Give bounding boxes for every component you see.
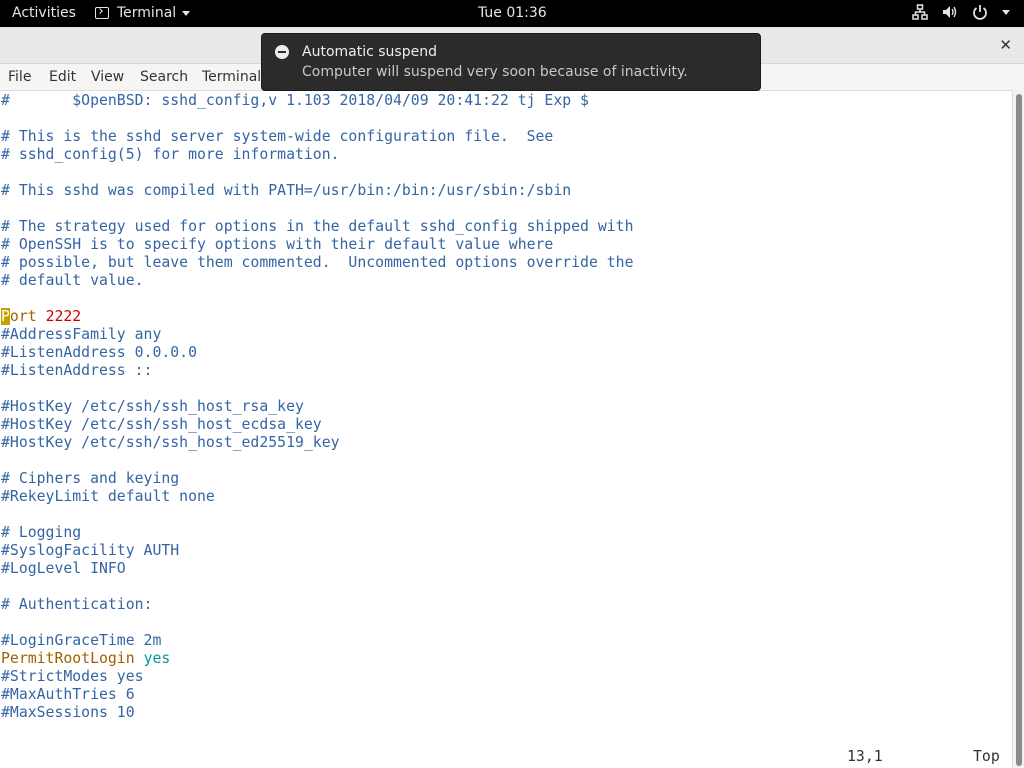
terminal-content[interactable]: # $OpenBSD: sshd_config,v 1.103 2018/04/…: [0, 92, 1012, 768]
editor-line: # $OpenBSD: sshd_config,v 1.103 2018/04/…: [1, 92, 589, 109]
editor-line: #MaxAuthTries 6: [1, 686, 135, 703]
menu-terminal[interactable]: Terminal: [202, 69, 261, 85]
editor-line: #SyslogFacility AUTH: [1, 542, 180, 559]
editor-line: #MaxSessions 10: [1, 704, 135, 721]
system-menu-caret-icon: [1002, 9, 1010, 15]
editor-line: Port 2222: [1, 308, 82, 325]
editor-line: #RekeyLimit default none: [1, 488, 215, 505]
editor-line: #LogLevel INFO: [1, 560, 126, 577]
suspend-icon: [275, 45, 289, 59]
notification-title: Automatic suspend: [302, 44, 437, 60]
editor-line: # default value.: [1, 272, 144, 289]
menu-edit[interactable]: Edit: [49, 69, 76, 85]
network-icon: [912, 4, 928, 20]
menu-view[interactable]: View: [91, 69, 124, 85]
menu-file[interactable]: File: [8, 69, 31, 85]
editor-line: PermitRootLogin yes: [1, 650, 171, 667]
editor-line: #HostKey /etc/ssh/ssh_host_ecdsa_key: [1, 416, 322, 433]
gnome-top-bar: Activities Terminal Tue 01:36: [0, 0, 1024, 27]
scroll-position: Top: [973, 748, 1000, 765]
notification-body: Computer will suspend very soon because …: [302, 64, 688, 80]
cursor-position: 13,1: [847, 748, 883, 765]
editor-line: #HostKey /etc/ssh/ssh_host_rsa_key: [1, 398, 304, 415]
close-icon[interactable]: ✕: [999, 36, 1012, 54]
chevron-down-icon: [182, 10, 191, 16]
editor-line: #ListenAddress ::: [1, 362, 153, 379]
terminal-icon: [95, 7, 109, 19]
editor-line: # Logging: [1, 524, 82, 541]
editor-line: #LoginGraceTime 2m: [1, 632, 162, 649]
editor-line: # sshd_config(5) for more information.: [1, 146, 340, 163]
activities-button[interactable]: Activities: [12, 5, 76, 21]
volume-icon: [943, 6, 957, 18]
editor-line: # This is the sshd server system-wide co…: [1, 128, 554, 145]
editor-line: #AddressFamily any: [1, 326, 162, 343]
app-menu-label: Terminal: [117, 5, 177, 21]
editor-line: # possible, but leave them commented. Un…: [1, 254, 634, 271]
editor-line: # OpenSSH is to specify options with the…: [1, 236, 554, 253]
editor-line: # This sshd was compiled with PATH=/usr/…: [1, 182, 572, 199]
clock[interactable]: Tue 01:36: [478, 5, 547, 21]
menu-search[interactable]: Search: [140, 69, 188, 85]
editor-line: # The strategy used for options in the d…: [1, 218, 634, 235]
editor-line: #ListenAddress 0.0.0.0: [1, 344, 197, 361]
notification-banner[interactable]: Automatic suspend Computer will suspend …: [261, 33, 761, 91]
power-icon: [973, 5, 987, 20]
scrollbar-thumb[interactable]: [1016, 94, 1022, 766]
system-status-area[interactable]: [912, 4, 1010, 20]
editor-line: #StrictModes yes: [1, 668, 144, 685]
app-menu-button[interactable]: Terminal: [95, 5, 191, 21]
editor-line: # Ciphers and keying: [1, 470, 180, 487]
editor-line: #HostKey /etc/ssh/ssh_host_ed25519_key: [1, 434, 340, 451]
editor-line: # Authentication:: [1, 596, 153, 613]
scrollbar[interactable]: [1012, 90, 1024, 768]
